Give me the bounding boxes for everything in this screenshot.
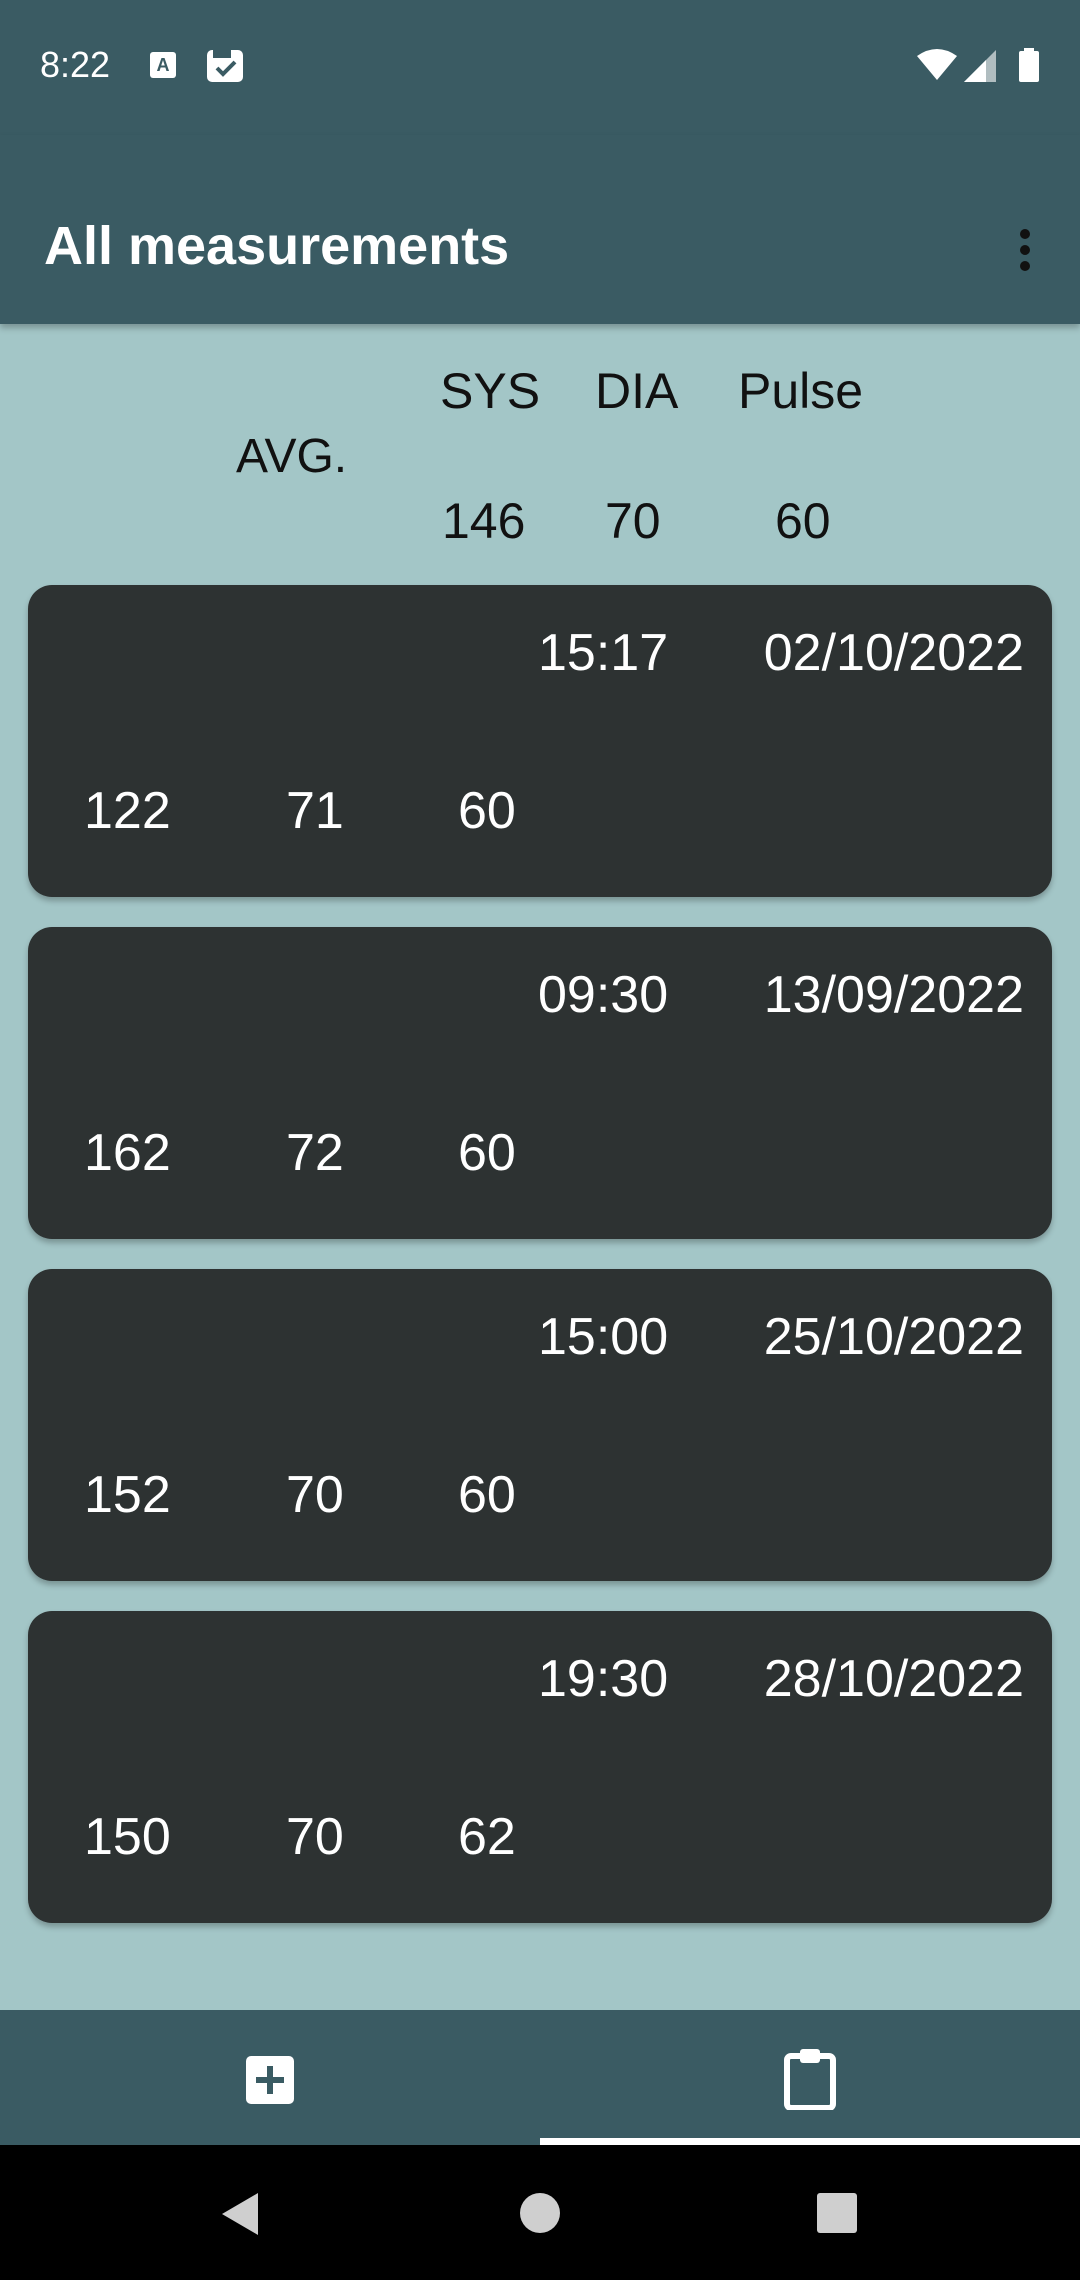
measurement-card[interactable]: 19:30 28/10/2022 150 70 62 xyxy=(28,1611,1052,1923)
selected-tab-indicator xyxy=(540,2138,1080,2145)
bottom-navigation xyxy=(0,2010,1080,2145)
home-icon[interactable] xyxy=(519,2192,561,2234)
system-navigation-bar xyxy=(0,2145,1080,2280)
measurement-date: 02/10/2022 xyxy=(763,624,1024,682)
nav-add-measurement[interactable] xyxy=(0,2010,540,2145)
averages-section: AVG. SYS DIA Pulse 146 70 60 xyxy=(0,324,1080,574)
sys-header: SYS xyxy=(440,363,541,419)
signal-icon xyxy=(964,50,996,82)
pulse-value: 62 xyxy=(458,1808,516,1866)
sys-value: 162 xyxy=(84,1124,171,1182)
measurement-date: 13/09/2022 xyxy=(763,966,1024,1024)
svg-text:A: A xyxy=(157,55,170,75)
dia-header: DIA xyxy=(595,363,679,419)
keyboard-a-icon: A xyxy=(150,52,176,78)
wifi-icon xyxy=(917,49,957,80)
battery-icon xyxy=(1019,48,1039,82)
avg-dia-value: 70 xyxy=(605,493,661,549)
back-icon[interactable] xyxy=(218,2191,262,2237)
status-bar: 8:22 A xyxy=(0,0,1080,135)
sys-value: 150 xyxy=(84,1808,171,1866)
status-time: 8:22 xyxy=(40,44,111,85)
more-options-icon[interactable] xyxy=(1000,223,1050,283)
measurement-time: 15:00 xyxy=(538,1308,669,1366)
pulse-value: 60 xyxy=(458,1466,516,1524)
dia-value: 70 xyxy=(286,1808,344,1866)
nav-all-measurements[interactable] xyxy=(540,2010,1080,2145)
measurement-date: 28/10/2022 xyxy=(763,1650,1024,1708)
measurement-card[interactable]: 15:00 25/10/2022 152 70 60 xyxy=(28,1269,1052,1581)
page-title: All measurements xyxy=(44,216,510,276)
sys-value: 152 xyxy=(84,1466,171,1524)
add-box-icon xyxy=(246,2056,294,2104)
pulse-header: Pulse xyxy=(738,363,864,419)
dia-value: 70 xyxy=(286,1466,344,1524)
app-bar: All measurements xyxy=(0,135,1080,324)
pulse-value: 60 xyxy=(458,782,516,840)
measurement-time: 09:30 xyxy=(538,966,669,1024)
measurement-date: 25/10/2022 xyxy=(763,1308,1024,1366)
avg-sys-value: 146 xyxy=(442,493,526,549)
measurement-card[interactable]: 15:17 02/10/2022 122 71 60 xyxy=(28,585,1052,897)
dia-value: 72 xyxy=(286,1124,344,1182)
dia-value: 71 xyxy=(286,782,344,840)
measurement-time: 19:30 xyxy=(538,1650,669,1708)
clipboard-icon xyxy=(784,2049,836,2110)
save-check-icon xyxy=(207,50,243,82)
measurement-time: 15:17 xyxy=(538,624,669,682)
avg-pulse-value: 60 xyxy=(775,493,831,549)
avg-label: AVG. xyxy=(236,430,348,483)
pulse-value: 60 xyxy=(458,1124,516,1182)
measurement-card[interactable]: 09:30 13/09/2022 162 72 60 xyxy=(28,927,1052,1239)
sys-value: 122 xyxy=(84,782,171,840)
recents-icon[interactable] xyxy=(817,2193,857,2233)
